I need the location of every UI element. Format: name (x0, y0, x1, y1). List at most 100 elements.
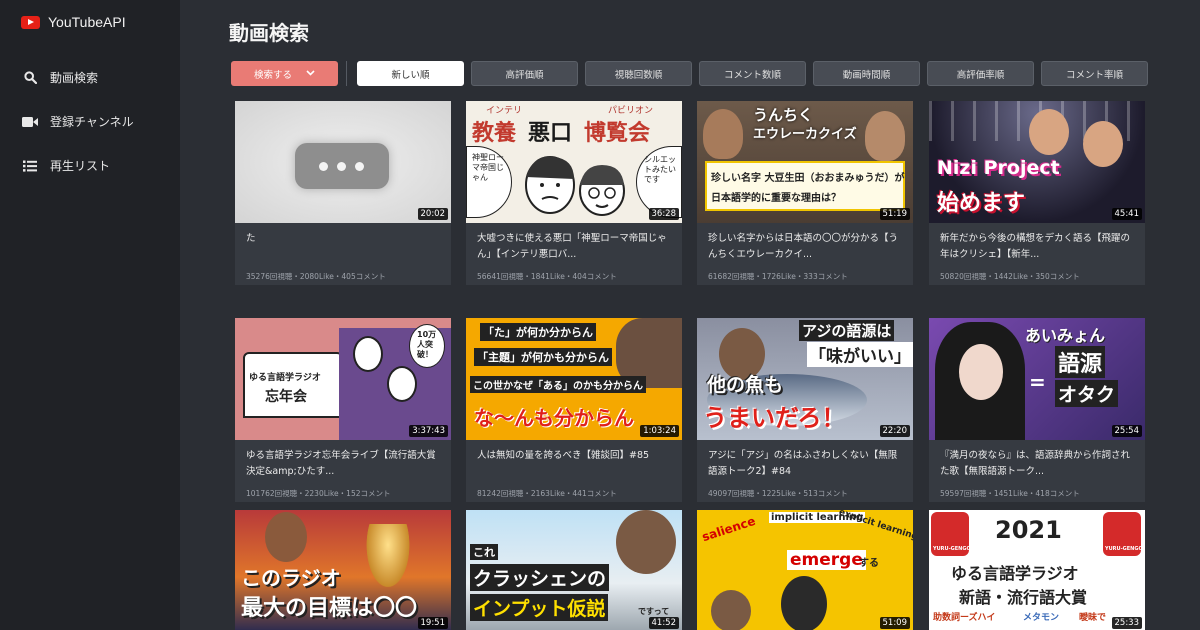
video-thumbnail[interactable]: Nizi Project 始めます 45:41 (929, 101, 1145, 223)
sidebar-item-label: 再生リスト (50, 159, 111, 173)
video-thumbnail[interactable]: salience implicit learning explicit lear… (697, 510, 913, 630)
video-card[interactable]: うんちく エウレーカクイズ 珍しい名字 大豆生田（おおまみゅうだ）が 日本語学的… (697, 101, 913, 285)
video-card[interactable]: ゆる言語学ラジオ 忘年会 10万人突破！ 3:37:43 ゆる言語学ラジオ忘年会… (235, 318, 451, 502)
thumb-text: うまいだろ！ (703, 404, 846, 432)
video-thumbnail[interactable]: このラジオ 最大の目標は〇〇 19:51 (235, 510, 451, 630)
thumb-text: する (859, 558, 879, 569)
thumb-text: 教養 (472, 120, 517, 146)
sidebar-item-subscriptions[interactable]: 登録チャンネル (22, 113, 134, 130)
video-duration: 20:02 (417, 208, 448, 220)
thumb-text: クラッシェンの (470, 564, 610, 591)
capitol-building-image (363, 524, 413, 594)
video-stats: 49097回視聴・1225Like・513コメント (708, 489, 848, 498)
thumb-text: YURU-GENGO (933, 546, 971, 552)
thumb-text: オタク (1055, 380, 1119, 407)
more-icon (295, 143, 389, 189)
thumb-text: YURU-GENGO (1105, 546, 1143, 552)
video-title[interactable]: アジに「アジ」の名はふさわしくない【無限語源トーク2】#84 (708, 448, 904, 480)
video-title[interactable]: た (246, 231, 442, 263)
thumb-text: 他の魚も (707, 374, 784, 396)
video-thumbnail[interactable]: インテリ パビリオン 教養 悪口 博覧会 神聖ローマ帝国じゃん シルエットみたい… (466, 101, 682, 223)
thumb-text: エウレーカクイズ (753, 127, 857, 142)
sort-comment-rate-button[interactable]: コメント率順 (1041, 61, 1148, 86)
video-title[interactable]: 『満月の夜なら』は、語源辞典から作詞された歌【無限語源トーク... (940, 448, 1136, 480)
video-card[interactable]: Nizi Project 始めます 45:41 新年だから今後の構想をデカく語る… (929, 101, 1145, 285)
thumb-text: Nizi Project (937, 157, 1060, 179)
thumb-text: salience (700, 513, 758, 545)
person-image (703, 109, 743, 159)
person-image (616, 510, 676, 574)
video-title[interactable]: 人は無知の量を誇るべき【雑談回】#85 (477, 448, 673, 480)
thumb-text: 「主題」が何かも分からん (474, 348, 612, 366)
thumb-text: シルエットみたいです (644, 155, 676, 184)
thumb-text: ですって (638, 607, 670, 616)
video-card[interactable]: salience implicit learning explicit lear… (697, 510, 913, 630)
sort-newest-button[interactable]: 新しい順 (357, 61, 464, 86)
thumb-text: 曖昧で (1079, 613, 1107, 623)
person-image (865, 111, 905, 161)
sort-like-rate-button[interactable]: 高評価率順 (927, 61, 1034, 86)
video-duration: 19:51 (417, 617, 448, 629)
video-stats: 50820回視聴・1442Like・350コメント (940, 272, 1080, 281)
video-duration: 51:19 (879, 208, 910, 220)
video-card[interactable]: YURU-GENGO YURU-GENGO 2021 ゆる言語学ラジオ 新語・流… (929, 510, 1145, 630)
video-thumbnail[interactable]: YURU-GENGO YURU-GENGO 2021 ゆる言語学ラジオ 新語・流… (929, 510, 1145, 630)
video-duration: 25:33 (1111, 617, 1142, 629)
video-stats: 101762回視聴・2230Like・152コメント (246, 489, 391, 498)
video-card[interactable]: 「た」が何か分からん 「主題」が何かも分からん この世かなぜ「ある」のかも分から… (466, 318, 682, 502)
video-card[interactable]: あいみょん 語源 = オタク 25:54 『満月の夜なら』は、語源辞典から作詞さ… (929, 318, 1145, 502)
sort-views-button[interactable]: 視聴回数順 (585, 61, 692, 86)
thumb-text: 始めます (937, 191, 1026, 216)
video-thumbnail[interactable]: ゆる言語学ラジオ 忘年会 10万人突破！ 3:37:43 (235, 318, 451, 440)
video-title[interactable]: ゆる言語学ラジオ忘年会ライブ【流行語大賞決定&amp;ひたす... (246, 448, 442, 480)
sidebar-item-playlists[interactable]: 再生リスト (22, 157, 110, 174)
thumb-text: explicit learning (837, 510, 913, 543)
video-duration: 45:41 (1111, 208, 1142, 220)
video-card[interactable]: このラジオ 最大の目標は〇〇 19:51 (235, 510, 451, 630)
video-duration: 25:54 (1111, 425, 1142, 437)
video-title[interactable]: 大嘘つきに使える悪口「神聖ローマ帝国じゃん」【インテリ悪口バ... (477, 231, 673, 263)
thumb-text: 博覧会 (584, 120, 651, 146)
sort-duration-button[interactable]: 動画時間順 (813, 61, 920, 86)
thumb-text: アジの語源は (799, 320, 895, 341)
sort-top-rated-button[interactable]: 高評価順 (471, 61, 578, 86)
list-icon (22, 158, 38, 174)
thumb-text: 神聖ローマ帝国じゃん (472, 153, 504, 182)
thumb-text: 最大の目標は〇〇 (241, 596, 418, 621)
thumb-text: あいみょん (1025, 326, 1106, 345)
thumb-text: 助数詞ーズハイ (933, 613, 996, 623)
sidebar: YouTubeAPI 動画検索 登録チャンネル 再生リスト (0, 0, 180, 630)
video-thumbnail[interactable]: これ クラッシェンの インプット仮説 ですって 41:52 (466, 510, 682, 630)
video-duration: 41:52 (648, 617, 679, 629)
person-image (781, 576, 827, 630)
video-card[interactable]: アジの語源は 「味がいい」 他の魚も うまいだろ！ 22:20 アジに「アジ」の… (697, 318, 913, 502)
sort-comments-button[interactable]: コメント数順 (699, 61, 806, 86)
thumb-text: このラジオ (241, 566, 341, 590)
video-thumbnail[interactable]: うんちく エウレーカクイズ 珍しい名字 大豆生田（おおまみゅうだ）が 日本語学的… (697, 101, 913, 223)
video-card[interactable]: インテリ パビリオン 教養 悪口 博覧会 神聖ローマ帝国じゃん シルエットみたい… (466, 101, 682, 285)
video-stats: 61682回視聴・1726Like・333コメント (708, 272, 848, 281)
video-stats: 81242回視聴・2163Like・441コメント (477, 489, 617, 498)
video-stats: 35276回視聴・2080Like・405コメント (246, 272, 386, 281)
video-duration: 3:37:43 (409, 425, 448, 437)
search-button[interactable]: 検索する (231, 61, 338, 86)
search-icon (22, 70, 38, 86)
video-thumbnail[interactable]: 20:02 (235, 101, 451, 223)
thumb-text: ゆる言語学ラジオ (249, 373, 321, 383)
sidebar-item-search[interactable]: 動画検索 (22, 69, 98, 86)
person-image (265, 512, 307, 562)
thumb-text: = (1029, 370, 1046, 394)
video-card[interactable]: 20:02 た 35276回視聴・2080Like・405コメント (235, 101, 451, 285)
video-thumbnail[interactable]: アジの語源は 「味がいい」 他の魚も うまいだろ！ 22:20 (697, 318, 913, 440)
video-title[interactable]: 珍しい名字からは日本語の〇〇が分かる【うんちくエウレーカクイ... (708, 231, 904, 263)
video-thumbnail[interactable]: あいみょん 語源 = オタク 25:54 (929, 318, 1145, 440)
sidebar-item-label: 動画検索 (50, 71, 99, 85)
thumb-text: この世かなぜ「ある」のかも分からん (470, 376, 646, 393)
app-logo[interactable]: YouTubeAPI (21, 14, 126, 30)
video-card[interactable]: これ クラッシェンの インプット仮説 ですって 41:52 (466, 510, 682, 630)
video-stats: 56641回視聴・1841Like・404コメント (477, 272, 617, 281)
video-thumbnail[interactable]: 「た」が何か分からん 「主題」が何かも分からん この世かなぜ「ある」のかも分から… (466, 318, 682, 440)
search-button-label: 検索する (253, 69, 292, 81)
video-title[interactable]: 新年だから今後の構想をデカく語る【飛躍の年はクリシェ】【新年... (940, 231, 1136, 263)
thumb-text: 語源 (1055, 346, 1106, 378)
